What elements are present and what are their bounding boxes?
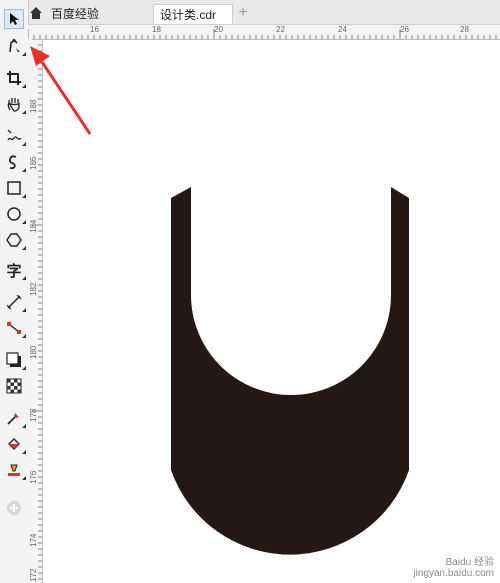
text-tool-button[interactable]: 字 (4, 260, 26, 280)
flyout-indicator (22, 84, 26, 88)
horizontal-ruler[interactable]: 16 18 20 22 24 26 28 (28, 25, 500, 40)
eyedropper-button[interactable] (4, 408, 26, 428)
ruler-label: 186 (29, 156, 38, 170)
pan-tool-icon (7, 98, 20, 112)
dimension-tool-icon (6, 294, 22, 310)
eyedropper-icon (7, 413, 19, 425)
smart-fill-button[interactable] (4, 460, 26, 480)
flyout-indicator (22, 110, 26, 114)
flyout-indicator (22, 168, 26, 172)
ruler-label: 16 (90, 25, 99, 34)
shape-tool-icon (9, 38, 20, 53)
polygon-tool-icon (6, 233, 22, 247)
connector-tool-icon (7, 322, 21, 334)
watermark-line2: jingyan.baidu.com (413, 568, 494, 579)
crop-tool-icon (7, 71, 21, 85)
artistic-media-button[interactable] (4, 152, 26, 172)
ruler-label: 26 (400, 25, 409, 34)
rectangle-tool-button[interactable] (4, 178, 26, 198)
polygon-tool-button[interactable] (4, 230, 26, 250)
baidu-watermark: Baidu 经验 jingyan.baidu.com (413, 557, 494, 579)
flyout-indicator (22, 308, 26, 312)
toolbox: 字 (0, 0, 29, 583)
flyout-indicator (22, 276, 26, 280)
watermark-line1: Baidu 经验 (445, 557, 494, 568)
dimension-tool-button[interactable] (4, 292, 26, 312)
flyout-indicator (22, 476, 26, 480)
flyout-indicator (22, 366, 26, 370)
ellipse-tool-icon (7, 207, 21, 221)
cup-shape[interactable] (43, 40, 500, 583)
vertical-ruler[interactable]: 188 186 184 182 180 178 176 174 172 (28, 39, 43, 583)
smart-fill-icon (8, 464, 20, 476)
shape-tool-button[interactable] (4, 36, 26, 56)
freehand-tool-icon (7, 129, 22, 141)
flyout-indicator (22, 246, 26, 250)
flyout-indicator (22, 334, 26, 338)
ruler-label: 24 (338, 25, 347, 34)
ruler-label: 28 (460, 25, 469, 34)
transparency-icon (6, 378, 22, 394)
interactive-fill-button[interactable] (4, 434, 26, 454)
pan-tool-button[interactable] (4, 94, 26, 114)
flyout-indicator (22, 450, 26, 454)
flyout-indicator (22, 220, 26, 224)
flyout-indicator (22, 424, 26, 428)
freehand-tool-button[interactable] (4, 126, 26, 146)
artistic-media-icon (9, 155, 17, 170)
ruler-label: 180 (29, 345, 38, 359)
ruler-label: 178 (29, 408, 38, 422)
ruler-label: 188 (29, 99, 38, 113)
tab-design-class[interactable]: 设计类.cdr (153, 4, 233, 24)
vertical-ruler-ticks (32, 39, 42, 580)
ruler-label: 182 (29, 282, 38, 296)
flyout-indicator (22, 194, 26, 198)
ruler-label: 22 (276, 25, 285, 34)
ruler-label: 184 (29, 219, 38, 233)
rectangle-tool-icon (7, 181, 21, 195)
ruler-label: 176 (29, 470, 38, 484)
document-tab-bar: 百度经验990x.cdr 设计类.cdr + (0, 0, 500, 41)
ruler-label: 18 (152, 25, 161, 34)
pick-tool-icon (10, 13, 19, 25)
transparency-button[interactable] (4, 376, 24, 396)
connector-tool-button[interactable] (4, 318, 26, 338)
flyout-indicator (22, 52, 26, 56)
drop-shadow-button[interactable] (4, 350, 26, 370)
crop-tool-button[interactable] (4, 68, 26, 88)
flyout-indicator (22, 142, 26, 146)
ruler-label: 172 (29, 568, 38, 582)
add-tool-icon (7, 501, 21, 515)
ruler-label: 20 (214, 25, 223, 34)
ellipse-tool-button[interactable] (4, 204, 26, 224)
home-icon[interactable] (29, 6, 43, 20)
add-tool-button[interactable] (4, 498, 24, 518)
drawing-canvas[interactable]: Baidu 经验 jingyan.baidu.com (43, 40, 500, 583)
tab-baidu-jingyan[interactable]: 百度经验990x.cdr (45, 4, 149, 41)
text-tool-icon: 字 (6, 262, 22, 280)
pick-tool-button[interactable] (4, 9, 24, 29)
ruler-label: 174 (29, 533, 38, 547)
add-tab-button[interactable]: + (236, 5, 250, 21)
drop-shadow-icon (6, 352, 21, 367)
fill-tool-icon (8, 438, 20, 450)
